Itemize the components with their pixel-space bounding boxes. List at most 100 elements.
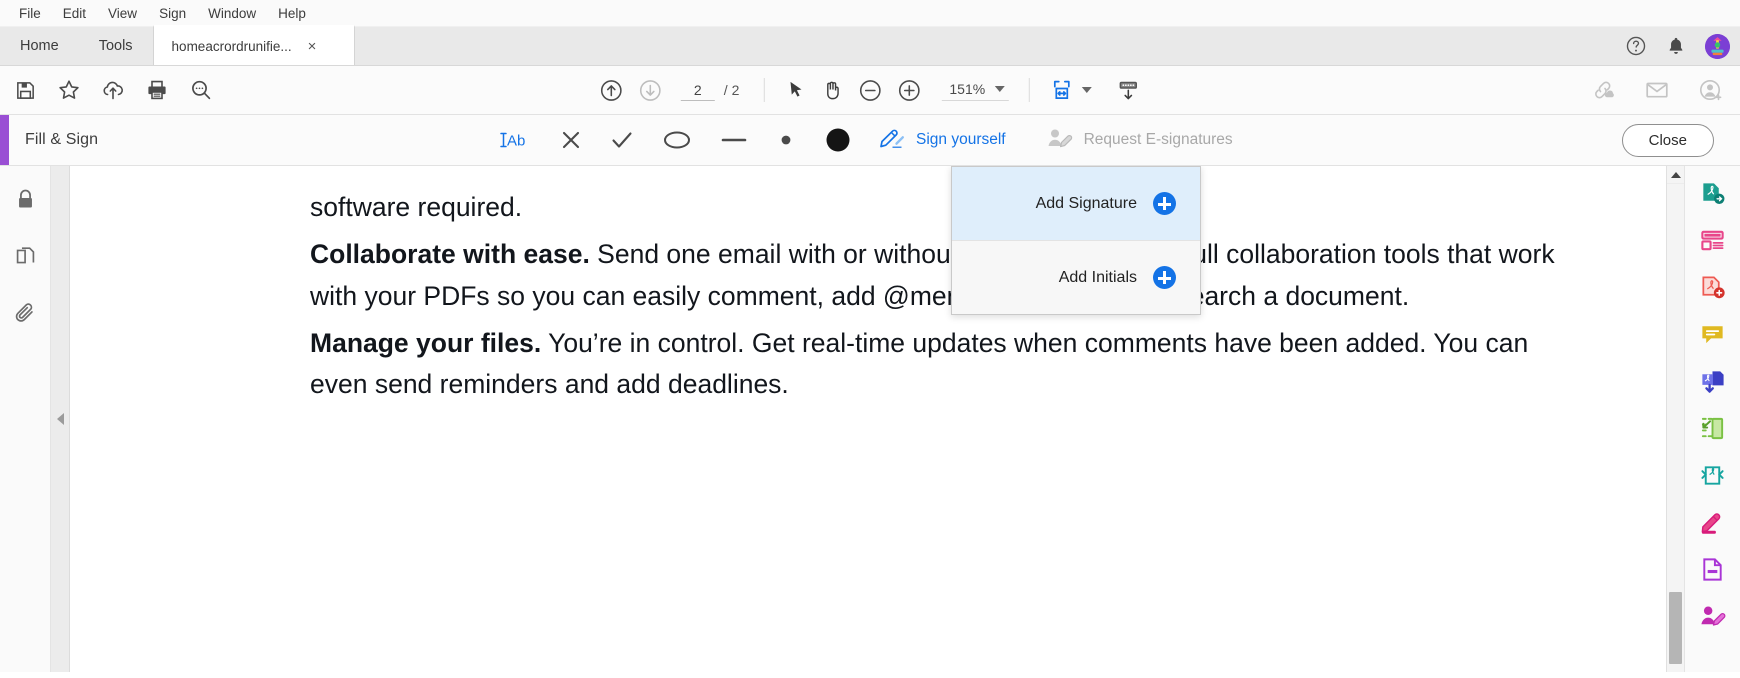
request-esignatures-label: Request E-signatures	[1083, 131, 1233, 148]
fit-page-icon[interactable]	[1050, 78, 1074, 102]
paragraph-3-lead: Manage your files.	[310, 327, 542, 358]
add-signature-label: Add Signature	[1035, 194, 1137, 212]
page-total-label: / 2	[723, 82, 740, 98]
security-lock-icon[interactable]	[8, 184, 42, 214]
menu-item-edit[interactable]: Edit	[52, 4, 97, 23]
document-paragraph-clipped: , ,	[310, 168, 1565, 185]
edit-pdf-icon[interactable]	[1696, 554, 1730, 584]
document-paragraph-1: software required.	[310, 192, 523, 222]
add-text-tool-icon[interactable]: Ab	[498, 128, 532, 152]
toolbar-divider-2	[1029, 78, 1031, 102]
page-navigator: / 2	[680, 79, 740, 101]
scroll-up-chevron-icon[interactable]	[1667, 166, 1684, 184]
tab-home[interactable]: Home	[0, 27, 79, 65]
select-cursor-icon[interactable]	[784, 79, 806, 101]
fill-and-sign-accent-bar	[0, 115, 9, 165]
add-to-favorites-star-icon[interactable]	[57, 78, 81, 102]
help-circle-icon[interactable]	[1625, 35, 1647, 57]
menu-item-window[interactable]: Window	[197, 4, 267, 23]
toolbar-divider	[763, 78, 765, 102]
comment-icon[interactable]	[1696, 319, 1730, 349]
print-icon[interactable]	[145, 78, 169, 102]
page-thumbnails-icon[interactable]	[8, 241, 42, 271]
zoom-out-icon[interactable]	[857, 78, 882, 103]
user-avatar[interactable]	[1705, 33, 1730, 59]
close-tab-icon[interactable]: ×	[304, 37, 321, 56]
zoom-level-value: 151%	[949, 81, 986, 97]
acrobat-window: File Edit View Sign Window Help Home Too…	[0, 0, 1740, 678]
svg-text:Ab: Ab	[507, 133, 525, 150]
sign-pen-icon	[878, 126, 906, 155]
request-esignatures-button[interactable]: Request E-signatures	[1046, 126, 1233, 155]
compress-pdf-icon[interactable]	[1696, 366, 1730, 396]
line-tool-icon[interactable]	[720, 129, 748, 151]
document-text-content: , , software required. Collaborate with …	[70, 168, 1666, 406]
close-button[interactable]: Close	[1621, 123, 1714, 157]
fill-and-sign-tools: Ab	[498, 126, 852, 154]
fill-and-sign-toolbar: Fill & Sign Ab Sign yourself Request E-s…	[0, 115, 1740, 166]
add-person-icon[interactable]	[1698, 77, 1724, 103]
left-navigation-rail	[0, 166, 51, 672]
menu-item-help[interactable]: Help	[267, 4, 317, 23]
tab-document[interactable]: homeacrordrunifie... ×	[152, 25, 355, 65]
dot-tool-icon[interactable]	[776, 129, 796, 151]
email-icon[interactable]	[1644, 77, 1670, 103]
sign-yourself-label: Sign yourself	[916, 131, 1006, 148]
add-initials-plus-icon[interactable]	[1153, 266, 1176, 289]
fill-and-sign-title: Fill & Sign	[25, 131, 99, 148]
vertical-scrollbar[interactable]	[1666, 166, 1684, 672]
paragraph-2-lead: Collaborate with ease.	[310, 239, 590, 270]
next-page-icon[interactable]	[638, 78, 663, 103]
page-number-input[interactable]	[680, 79, 715, 101]
organize-pages-icon[interactable]	[1696, 225, 1730, 255]
highlight-pen-icon[interactable]	[1696, 507, 1730, 537]
export-pdf-icon[interactable]	[1696, 178, 1730, 208]
document-page-area[interactable]: , , software required. Collaborate with …	[70, 166, 1666, 672]
hand-pan-icon[interactable]	[820, 79, 843, 102]
create-pdf-icon[interactable]	[1696, 272, 1730, 302]
tab-strip-right-icons	[1625, 27, 1730, 65]
signature-dropdown-menu: Add Signature Add Initials	[951, 166, 1201, 315]
color-swatch-icon[interactable]	[824, 126, 852, 154]
tab-tools[interactable]: Tools	[79, 27, 153, 65]
sign-yourself-button[interactable]: Sign yourself	[878, 126, 1006, 155]
share-link-icon[interactable]	[1590, 77, 1616, 103]
fit-options-chevron-down-icon[interactable]	[1082, 87, 1093, 93]
request-signature-person-icon	[1046, 126, 1074, 155]
menu-item-sign[interactable]: Sign	[148, 4, 197, 23]
document-paragraph-2: Collaborate with ease. Send one email wi…	[310, 234, 1565, 317]
previous-page-icon[interactable]	[599, 78, 624, 103]
zoom-in-icon[interactable]	[896, 78, 921, 103]
collapse-panel-arrow-icon[interactable]	[56, 413, 64, 425]
tab-strip: Home Tools homeacrordrunifie... ×	[0, 25, 1740, 66]
protect-pdf-icon[interactable]	[1696, 460, 1730, 490]
search-icon[interactable]	[189, 78, 213, 102]
notification-bell-icon[interactable]	[1665, 35, 1687, 57]
zoom-level-selector[interactable]: 151%	[941, 79, 1010, 101]
scroll-thumb[interactable]	[1669, 592, 1682, 664]
attachments-paperclip-icon[interactable]	[8, 298, 42, 328]
toolbar-center-group: / 2	[599, 78, 1141, 103]
crop-pages-icon[interactable]	[1696, 413, 1730, 443]
add-initials-label: Add Initials	[1058, 268, 1137, 286]
menu-item-add-signature[interactable]: Add Signature	[952, 167, 1200, 241]
right-tools-rail	[1684, 166, 1740, 672]
add-signature-plus-icon[interactable]	[1153, 192, 1176, 215]
save-floppy-icon[interactable]	[14, 79, 37, 102]
request-signature-icon[interactable]	[1696, 601, 1730, 631]
toolbar-right-group	[1590, 77, 1724, 103]
menu-item-view[interactable]: View	[97, 4, 148, 23]
fill-and-sign-actions: Sign yourself Request E-signatures	[878, 126, 1233, 155]
upload-to-cloud-icon[interactable]	[101, 78, 125, 102]
document-paragraph-3: Manage your files. You’re in control. Ge…	[310, 323, 1565, 406]
menu-item-file[interactable]: File	[8, 4, 52, 23]
cross-mark-tool-icon[interactable]	[560, 129, 582, 151]
panel-divider	[51, 166, 70, 672]
chevron-down-icon[interactable]	[995, 86, 1006, 92]
ellipse-tool-icon[interactable]	[662, 129, 692, 151]
check-mark-tool-icon[interactable]	[610, 129, 634, 151]
menu-bar: File Edit View Sign Window Help	[0, 0, 1740, 27]
scroll-mode-icon[interactable]	[1116, 78, 1141, 103]
workspace: , , software required. Collaborate with …	[0, 166, 1740, 672]
menu-item-add-initials[interactable]: Add Initials	[952, 241, 1200, 314]
